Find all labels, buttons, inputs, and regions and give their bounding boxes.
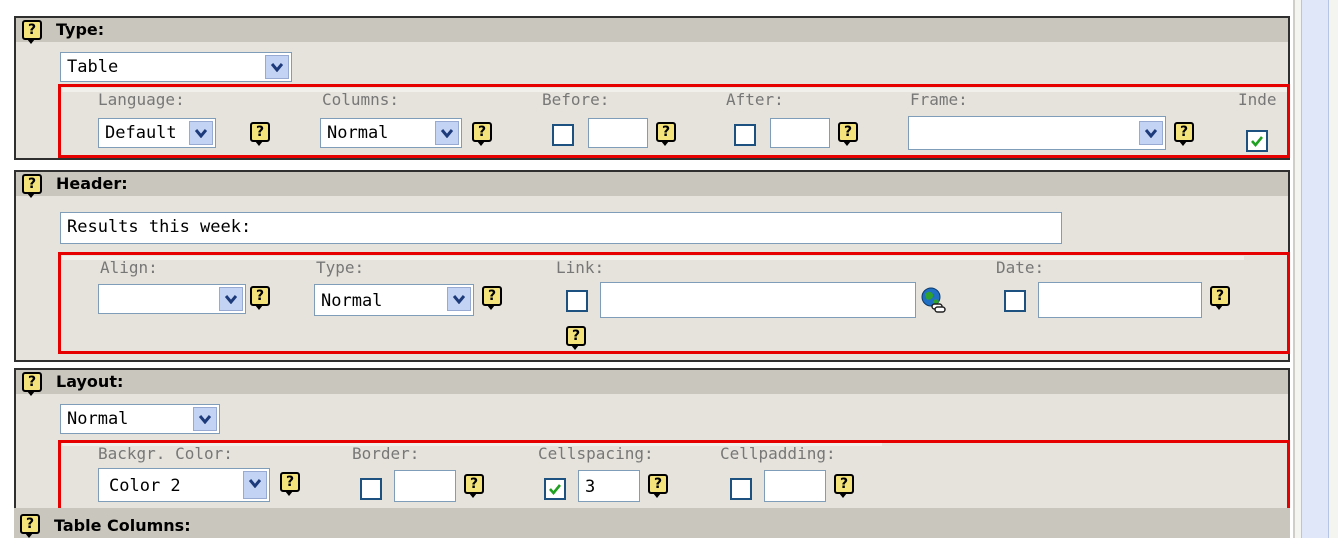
- help-icon[interactable]: ?: [22, 174, 42, 198]
- help-icon[interactable]: ?: [22, 372, 42, 396]
- chevron-down-icon[interactable]: [265, 55, 289, 79]
- layout-select-value: Normal: [67, 409, 129, 429]
- header-text-value: Results this week:: [67, 217, 252, 237]
- scrollbar-track[interactable]: [1301, 0, 1329, 538]
- layout-select[interactable]: Normal: [60, 404, 220, 434]
- table-columns-section: ? Table Columns:: [14, 508, 1290, 538]
- header-options-highlight: [58, 252, 1290, 354]
- type-section-header: ? Type:: [16, 18, 1288, 44]
- type-select-value: Table: [67, 57, 119, 77]
- layout-section: ? Layout: Normal Backgr. Color: Color 2 …: [14, 368, 1290, 518]
- header-section: ? Header: Results this week: Align: ? Ty…: [14, 170, 1290, 362]
- vertical-scrollbar[interactable]: [1293, 0, 1338, 538]
- help-icon[interactable]: ?: [22, 20, 42, 44]
- table-columns-title: Table Columns:: [54, 516, 191, 535]
- header-section-title: Header:: [56, 174, 128, 193]
- type-section: ? Type: Table Language: Default ? Column…: [14, 16, 1290, 160]
- layout-section-title: Layout:: [56, 372, 124, 391]
- chevron-down-icon[interactable]: [193, 407, 217, 431]
- layout-options-highlight: [58, 440, 1290, 518]
- type-options-highlight: [58, 84, 1290, 158]
- help-icon[interactable]: ?: [20, 514, 40, 538]
- type-select[interactable]: Table: [60, 52, 292, 82]
- header-text-input[interactable]: Results this week:: [60, 212, 1062, 244]
- type-section-title: Type:: [56, 20, 105, 39]
- layout-section-header: ? Layout:: [16, 370, 1288, 396]
- header-section-header: ? Header:: [16, 172, 1288, 198]
